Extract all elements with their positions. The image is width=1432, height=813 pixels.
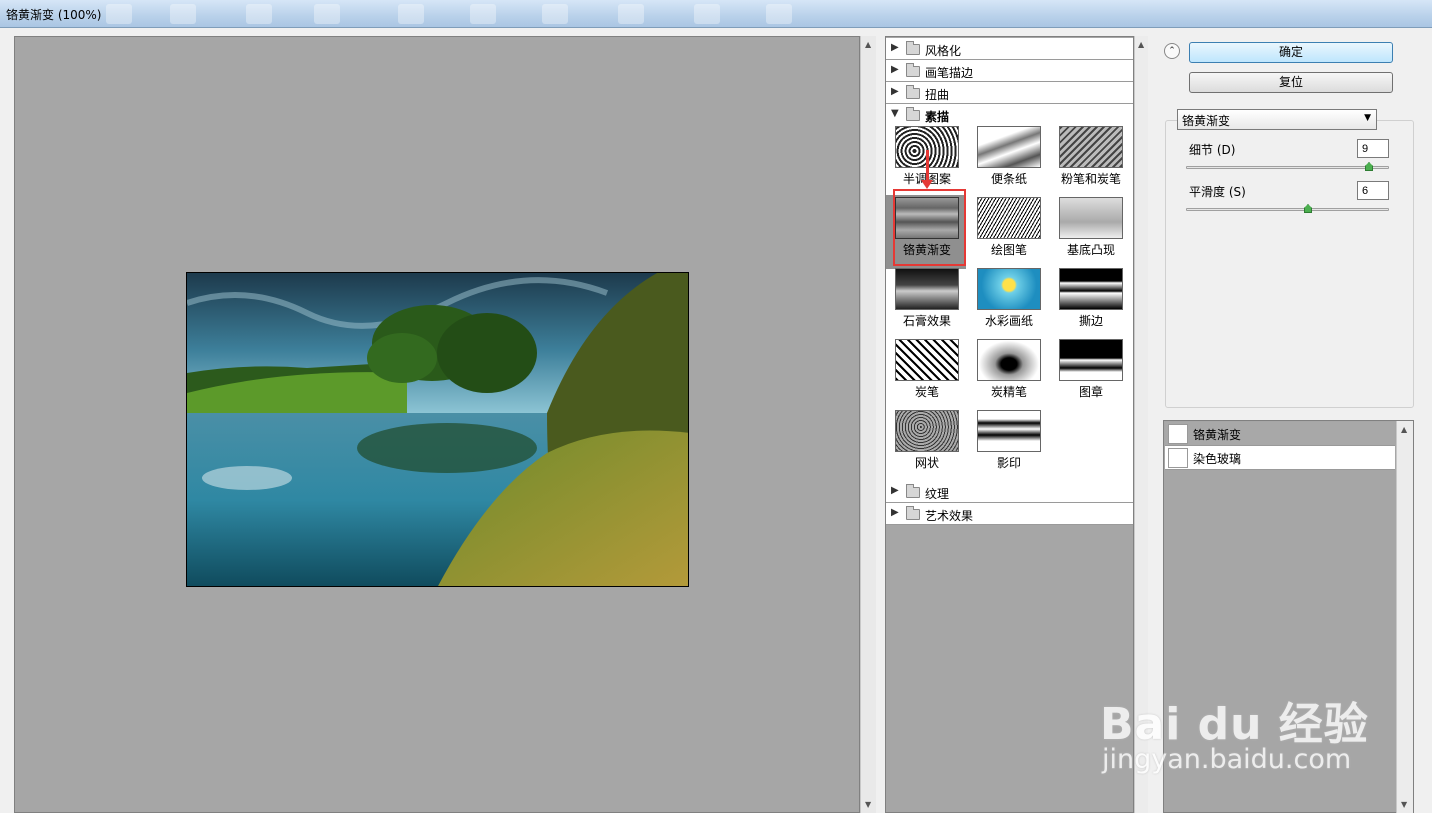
taskbar-thumb-icon — [470, 4, 496, 24]
filter-thumb[interactable]: 影印 — [976, 410, 1042, 471]
category-texture[interactable]: ▶ 纹理 — [886, 481, 1133, 503]
folder-icon — [906, 506, 920, 520]
ok-button[interactable]: 确定 — [1189, 42, 1393, 63]
visibility-toggle-icon[interactable] — [1168, 424, 1188, 444]
taskbar-thumb-icon — [170, 4, 196, 24]
filter-preview-image — [1059, 197, 1123, 239]
filter-thumb[interactable]: 粉笔和炭笔 — [1058, 126, 1124, 187]
preview-scrollbar[interactable]: ▲ ▼ — [860, 36, 876, 813]
visibility-toggle-icon[interactable] — [1168, 448, 1188, 468]
title-bar: 铬黄渐变 (100%) — [0, 0, 1432, 28]
chevron-down-icon[interactable]: ▼ — [1364, 113, 1371, 123]
filter-thumb[interactable]: 绘图笔 — [976, 197, 1042, 258]
expand-triangle-icon[interactable]: ▶ — [891, 42, 899, 53]
filter-preview-image — [977, 339, 1041, 381]
filter-thumb[interactable]: 网状 — [894, 410, 960, 471]
folder-icon — [906, 63, 920, 77]
effect-layer-row[interactable]: 染色玻璃 — [1165, 446, 1395, 470]
folder-icon — [906, 41, 920, 55]
category-artistic[interactable]: ▶ 艺术效果 — [886, 503, 1133, 525]
taskbar-thumb-icon — [618, 4, 644, 24]
filter-thumb[interactable]: 水彩画纸 — [976, 268, 1042, 329]
watermark-logo: Bai du 经验 — [1100, 699, 1369, 750]
folder-open-icon — [906, 107, 920, 121]
expand-triangle-icon[interactable]: ▶ — [891, 64, 899, 75]
landscape-photo — [187, 273, 688, 586]
smoothness-input[interactable] — [1357, 181, 1389, 200]
detail-label: 细节 (D) — [1189, 143, 1236, 157]
taskbar-thumb-icon — [542, 4, 568, 24]
filter-settings-panel — [1165, 120, 1414, 408]
expand-triangle-icon[interactable]: ▶ — [891, 86, 899, 97]
smoothness-label: 平滑度 (S) — [1189, 185, 1246, 199]
scroll-down-icon[interactable]: ▼ — [865, 800, 871, 809]
highlight-annotation-box — [893, 189, 966, 266]
filter-preview-image — [1059, 268, 1123, 310]
folder-icon — [906, 484, 920, 498]
expand-triangle-icon[interactable]: ▶ — [891, 507, 899, 518]
category-brush-strokes[interactable]: ▶ 画笔描边 — [886, 60, 1133, 82]
filter-preview-image — [977, 410, 1041, 452]
taskbar-thumb-icon — [766, 4, 792, 24]
watermark-url: jingyan.baidu.com — [1102, 744, 1352, 775]
scroll-down-icon[interactable]: ▼ — [1401, 800, 1407, 809]
folder-icon — [906, 85, 920, 99]
filter-preview-image — [977, 268, 1041, 310]
filter-preview-image — [1059, 339, 1123, 381]
filter-thumb[interactable]: 便条纸 — [976, 126, 1042, 187]
category-distort[interactable]: ▶ 扭曲 — [886, 82, 1133, 104]
filter-thumb[interactable]: 炭笔 — [894, 339, 960, 400]
preview-image — [186, 272, 689, 587]
window-title: 铬黄渐变 (100%) — [6, 8, 102, 22]
taskbar-thumb-icon — [314, 4, 340, 24]
filter-select-value: 铬黄渐变 — [1182, 114, 1231, 128]
effect-layer-row[interactable]: 铬黄渐变 — [1165, 422, 1395, 446]
filter-thumb[interactable]: 炭精笔 — [976, 339, 1042, 400]
category-sketch[interactable]: ▼ 素描 — [886, 104, 1133, 126]
collapse-gallery-icon[interactable]: ⌃ — [1164, 43, 1180, 59]
taskbar-thumb-icon — [246, 4, 272, 24]
taskbar-thumb-icon — [694, 4, 720, 24]
filter-thumb[interactable]: 基底凸现 — [1058, 197, 1124, 258]
annotation-arrow-icon — [921, 150, 933, 189]
filter-preview-image — [895, 339, 959, 381]
reset-button[interactable]: 复位 — [1189, 72, 1393, 93]
filter-thumb[interactable]: 撕边 — [1058, 268, 1124, 329]
filter-preview-image — [895, 268, 959, 310]
taskbar-thumb-icon — [106, 4, 132, 24]
collapse-triangle-icon[interactable]: ▼ — [891, 108, 899, 119]
expand-triangle-icon[interactable]: ▶ — [891, 485, 899, 496]
filter-preview-image — [1059, 126, 1123, 168]
filter-preview-image — [895, 410, 959, 452]
smoothness-slider-track[interactable] — [1186, 208, 1389, 211]
filter-thumb[interactable]: 图章 — [1058, 339, 1124, 400]
filter-select[interactable]: 铬黄渐变 ▼ — [1177, 109, 1377, 130]
scroll-up-icon[interactable]: ▲ — [865, 40, 871, 49]
filter-preview-image — [977, 197, 1041, 239]
detail-input[interactable] — [1357, 139, 1389, 158]
baidu-watermark: Bai du 经验 jingyan.baidu.com — [1100, 660, 1400, 780]
taskbar-thumb-icon — [398, 4, 424, 24]
detail-slider-track[interactable] — [1186, 166, 1389, 169]
filter-thumb[interactable]: 石膏效果 — [894, 268, 960, 329]
scroll-up-icon[interactable]: ▲ — [1401, 425, 1407, 434]
scroll-up-icon[interactable]: ▲ — [1138, 40, 1144, 49]
filter-preview-image — [977, 126, 1041, 168]
category-stylize[interactable]: ▶ 风格化 — [886, 38, 1133, 60]
